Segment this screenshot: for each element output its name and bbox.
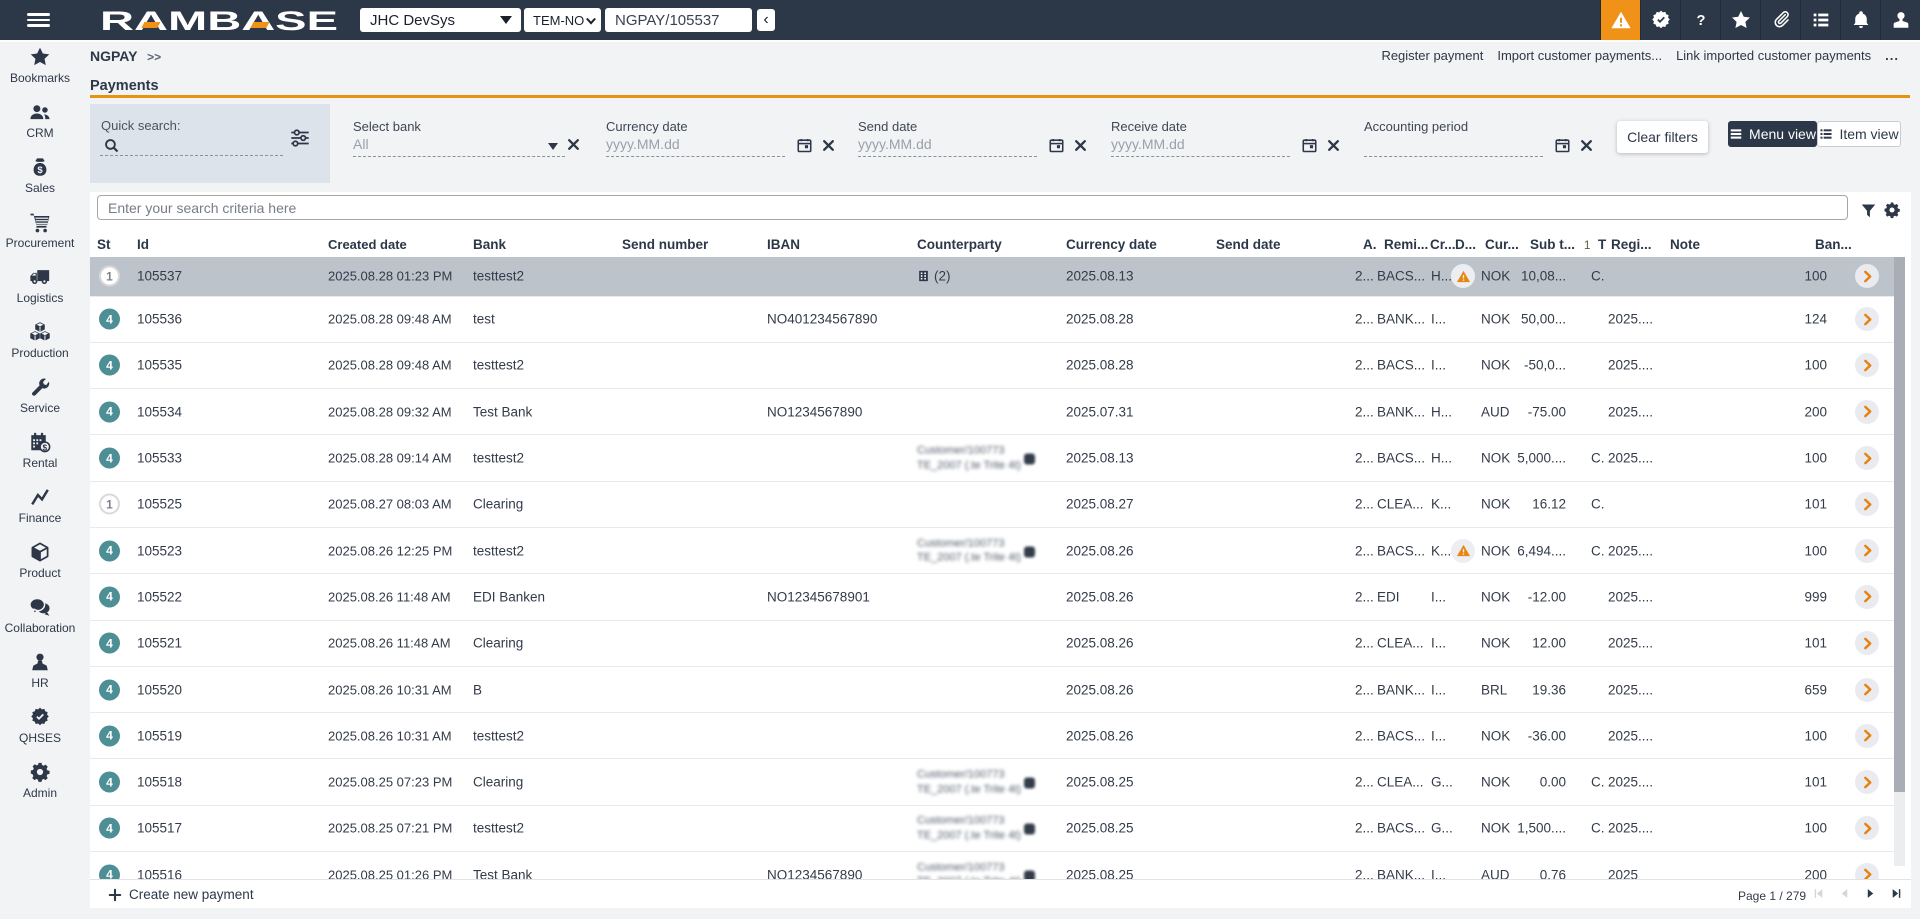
svg-text:RAMBASE: RAMBASE [100, 6, 338, 35]
svg-text:$: $ [37, 165, 43, 176]
svg-text:$: $ [43, 443, 48, 452]
svg-text:?: ? [1696, 13, 1705, 29]
